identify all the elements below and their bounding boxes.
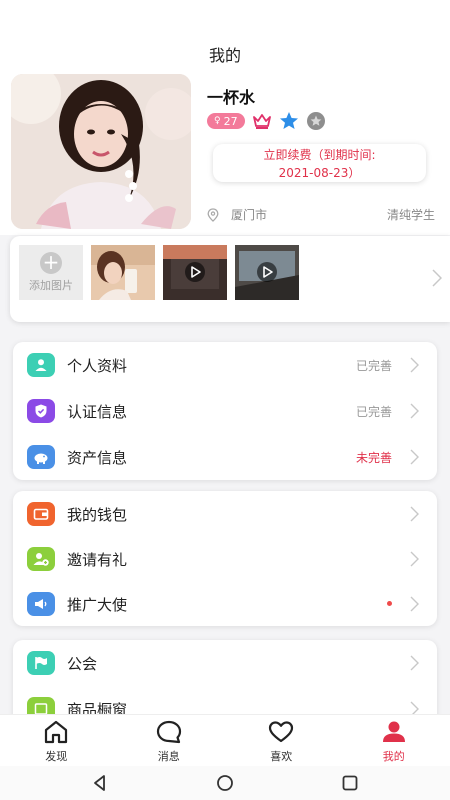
tab-label: 发现 — [45, 750, 68, 763]
person-icon — [382, 721, 405, 742]
add-photo-button[interactable]: + 添加图片 — [19, 245, 83, 300]
chevron-right-icon — [410, 551, 419, 567]
flag-icon — [27, 651, 55, 675]
gender-icon: ♀ — [214, 116, 221, 126]
back-icon[interactable] — [91, 774, 109, 792]
gallery-video[interactable] — [235, 245, 299, 300]
menu-item-promoter[interactable]: 推广大使 — [13, 581, 437, 627]
location-row: 厦门市 清纯学生 — [207, 206, 435, 223]
wallet-icon — [27, 502, 55, 526]
home-circle-icon[interactable] — [216, 774, 234, 792]
crown-icon — [252, 114, 271, 129]
menu-item-status: 已完善 — [355, 404, 392, 419]
age-badge: ♀ 27 — [207, 113, 245, 129]
tab-label: 我的 — [382, 750, 405, 763]
page-title: 我的 — [208, 46, 241, 65]
badge-row: ♀ 27 — [207, 111, 326, 131]
menu-item-label: 个人资料 — [67, 356, 128, 375]
chevron-right-icon — [410, 596, 419, 612]
piggy-bank-icon — [27, 445, 55, 469]
megaphone-icon — [27, 592, 55, 616]
bottom-nav: 发现 消息 喜欢 我的 — [0, 714, 450, 766]
identity-tag: 清纯学生 — [386, 208, 435, 222]
menu-item-personal-info[interactable]: 个人资料 已完善 — [13, 342, 437, 388]
menu-item-wallet[interactable]: 我的钱包 — [13, 491, 437, 537]
renew-label-line2: 2021-08-23） — [278, 166, 361, 180]
chevron-right-icon — [410, 357, 419, 373]
menu-item-guild[interactable]: 公会 — [13, 640, 437, 686]
gallery-video[interactable] — [163, 245, 227, 300]
tab-me[interactable]: 我的 — [338, 715, 450, 766]
grey-star-badge-icon — [306, 112, 325, 130]
menu-item-label: 我的钱包 — [67, 505, 128, 524]
plus-icon: + — [40, 252, 62, 274]
chevron-right-icon — [410, 449, 419, 465]
chevron-right-icon — [410, 506, 419, 522]
chevron-right-icon[interactable] — [432, 269, 442, 287]
menu-item-status: 未完善 — [355, 450, 392, 465]
menu-item-verification[interactable]: 认证信息 已完善 — [13, 388, 437, 434]
tab-label: 喜欢 — [270, 750, 293, 763]
person-icon — [27, 353, 55, 377]
message-icon — [156, 720, 181, 744]
menu-item-label: 推广大使 — [67, 595, 128, 614]
avatar[interactable] — [11, 74, 191, 229]
shield-icon — [27, 399, 55, 423]
menu-item-label: 邀请有礼 — [67, 550, 128, 569]
menu-item-label: 认证信息 — [67, 402, 128, 421]
renew-button[interactable]: 立即续费（到期时间: 2021-08-23） — [213, 144, 426, 182]
age-value: 27 — [223, 114, 238, 128]
chevron-right-icon — [410, 403, 419, 419]
notification-dot — [387, 601, 392, 606]
menu-item-label: 公会 — [67, 654, 98, 673]
renew-label-line1: 立即续费（到期时间: — [263, 148, 376, 162]
chevron-right-icon — [410, 655, 419, 671]
recents-icon[interactable] — [341, 774, 359, 792]
invite-user-icon — [27, 547, 55, 571]
gallery-photo[interactable] — [91, 245, 155, 300]
location-pin-icon — [207, 207, 219, 222]
star-icon — [279, 112, 298, 129]
menu-item-assets[interactable]: 资产信息 未完善 — [13, 434, 437, 480]
home-icon — [45, 720, 68, 744]
menu-group-finance: 我的钱包 邀请有礼 推广大使 — [13, 491, 437, 626]
tab-label: 消息 — [157, 750, 180, 763]
username: 一杯水 — [207, 88, 256, 107]
menu-item-label: 资产信息 — [67, 448, 128, 467]
city-label: 厦门市 — [231, 208, 268, 222]
heart-icon — [269, 721, 294, 743]
system-nav-bar — [0, 766, 450, 800]
menu-item-status: 已完善 — [355, 358, 392, 373]
menu-group-profile: 个人资料 已完善 认证信息 已完善 资产信息 未完善 — [13, 342, 437, 480]
photo-gallery: + 添加图片 — [10, 236, 450, 322]
tab-discover[interactable]: 发现 — [0, 715, 113, 766]
add-photo-label: 添加图片 — [29, 279, 73, 292]
tab-messages[interactable]: 消息 — [113, 715, 226, 766]
menu-item-invite[interactable]: 邀请有礼 — [13, 536, 437, 582]
tab-likes[interactable]: 喜欢 — [225, 715, 338, 766]
